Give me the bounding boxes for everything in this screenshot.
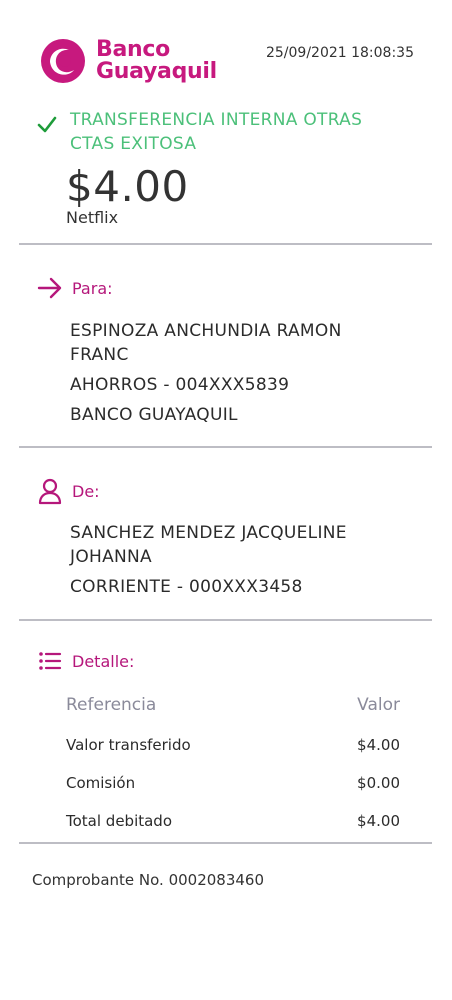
bank-name-line2: Guayaquil <box>96 59 217 84</box>
table-header: Referencia Valor <box>66 690 400 720</box>
divider <box>19 243 432 245</box>
recipient-details: ESPINOZA ANCHUNDIA RAMON FRANC AHORROS -… <box>70 319 422 427</box>
divider <box>19 842 432 844</box>
transfer-amount: $4.00 <box>66 162 189 211</box>
divider <box>19 619 432 621</box>
receipt-header: Banco Guayaquil 25/09/2021 18:08:35 <box>38 36 414 88</box>
row-value: $4.00 <box>357 812 400 830</box>
row-reference: Total debitado <box>66 812 173 830</box>
bank-logo-icon <box>41 39 85 83</box>
check-icon <box>37 116 57 133</box>
transaction-datetime: 25/09/2021 18:08:35 <box>265 45 414 61</box>
recipient-name-line1: ESPINOZA ANCHUNDIA RAMON <box>70 321 342 341</box>
row-value: $4.00 <box>357 736 400 754</box>
sender-name-line1: SANCHEZ MENDEZ JACQUELINE <box>70 523 347 543</box>
column-header-value: Valor <box>357 695 400 715</box>
bank-name: Banco Guayaquil <box>96 39 217 83</box>
status-title-line1: TRANSFERENCIA INTERNA OTRAS <box>70 110 363 130</box>
sender-details: SANCHEZ MENDEZ JACQUELINE JOHANNA CORRIE… <box>70 521 422 599</box>
section-to-label: Para: <box>72 278 113 298</box>
section-from-label: De: <box>72 481 100 501</box>
transfer-receipt: Banco Guayaquil 25/09/2021 18:08:35 TRAN… <box>0 0 452 1000</box>
voucher-number: Comprobante No. 0002083460 <box>32 871 265 889</box>
table-row: Total debitado $4.00 <box>66 802 400 840</box>
bank-name-line1: Banco <box>96 37 170 62</box>
section-from-header: De: <box>36 477 100 505</box>
sender-name-line2: JOHANNA <box>70 547 152 567</box>
row-reference: Valor transferido <box>66 736 191 754</box>
divider <box>19 446 432 448</box>
recipient-name-line2: FRANC <box>70 345 129 365</box>
bank-logo: Banco Guayaquil <box>38 36 217 86</box>
recipient-account: AHORROS - 004XXX5839 <box>70 375 290 395</box>
status-title: TRANSFERENCIA INTERNA OTRAS CTAS EXITOSA <box>70 108 362 156</box>
list-icon <box>39 652 62 670</box>
user-icon <box>38 478 62 505</box>
detail-table: Referencia Valor Valor transferido $4.00… <box>66 690 400 840</box>
recipient-bank: BANCO GUAYAQUIL <box>70 405 238 425</box>
transfer-status: TRANSFERENCIA INTERNA OTRAS CTAS EXITOSA <box>36 108 422 156</box>
column-header-reference: Referencia <box>66 695 157 715</box>
row-value: $0.00 <box>357 774 400 792</box>
table-row: Valor transferido $4.00 <box>66 726 400 764</box>
section-detail-header: Detalle: <box>36 647 134 675</box>
status-title-line2: CTAS EXITOSA <box>70 134 197 154</box>
table-row: Comisión $0.00 <box>66 764 400 802</box>
section-detail-label: Detalle: <box>72 651 135 671</box>
transfer-note: Netflix <box>66 208 119 227</box>
row-reference: Comisión <box>66 774 136 792</box>
sender-account: CORRIENTE - 000XXX3458 <box>70 577 303 597</box>
section-to-header: Para: <box>36 274 113 302</box>
arrow-right-icon <box>37 277 62 299</box>
